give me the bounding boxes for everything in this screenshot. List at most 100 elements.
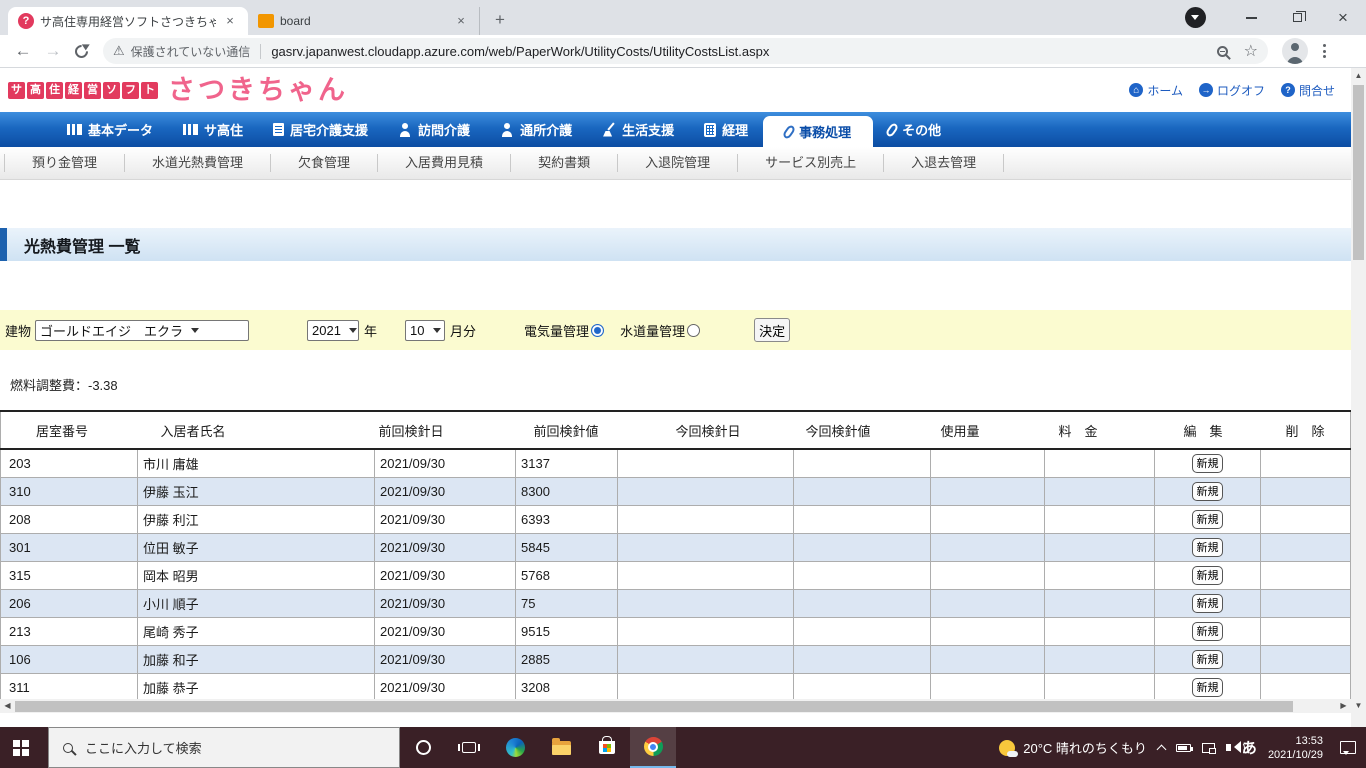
horizontal-scrollbar[interactable] [0,699,1351,713]
file-explorer-button[interactable] [538,727,584,768]
cell-room-number: 311 [0,673,138,702]
nav-item-label: 生活支援 [622,123,675,138]
nav-item[interactable]: その他 [873,112,956,147]
action-center-icon[interactable] [1340,741,1356,755]
window-close-button[interactable] [1320,0,1366,35]
nav-item[interactable]: 訪問介護 [383,112,485,147]
nav-item[interactable]: 事務処理 [763,116,874,147]
tab-close-icon[interactable] [453,13,469,29]
edit-new-button[interactable]: 新規 [1192,565,1223,585]
subnav-item[interactable]: 契約書類 [510,154,617,172]
scroll-right-arrow-icon[interactable] [1336,699,1351,713]
tray-overflow-chevron-icon[interactable] [1156,744,1167,754]
update-indicator-icon[interactable] [1185,7,1206,28]
table-row: 203 市川 庸雄 2021/09/30 3137 新規 [0,449,1351,478]
cell-current-reading-value [793,617,931,646]
filter-bar: 建物 ゴールドエイジ エクラ 2021 年 10 月分 電気量管理 水道量管理 … [0,310,1351,350]
logo-block: 営 [84,81,101,99]
cell-edit: 新規 [1154,449,1261,478]
edit-new-button[interactable]: 新規 [1192,593,1223,613]
subnav-item[interactable]: 入退院管理 [617,154,737,172]
subnav-item[interactable]: 入退去管理 [883,154,1005,172]
nav-item[interactable]: 居宅介護支援 [258,112,383,147]
home-link-label: ホーム [1147,83,1183,98]
taskbar-clock[interactable]: 13:53 2021/10/29 [1268,734,1323,762]
nav-item[interactable]: 経理 [689,112,763,147]
nav-item[interactable]: サ高住 [168,112,258,147]
vertical-scrollbar[interactable] [1351,68,1366,713]
inquiry-link[interactable]: 問合せ [1280,82,1335,99]
battery-icon[interactable] [1175,743,1193,752]
browser-tab-active[interactable]: サ高住専用経営ソフトさつきちゃん [8,7,248,35]
tab-close-icon[interactable] [222,13,238,29]
scroll-up-arrow-icon[interactable] [1351,68,1366,83]
edit-new-button[interactable]: 新規 [1192,537,1223,557]
address-bar[interactable]: 保護されていない通信 gasrv.japanwest.cloudapp.azur… [103,38,1268,64]
nav-item-icon [273,123,285,136]
not-secure-label[interactable]: 保護されていない通信 [131,43,251,60]
vertical-scroll-thumb[interactable] [1353,85,1364,260]
building-label: 建物 [5,323,32,339]
cell-usage [930,617,1045,646]
volume-icon[interactable] [1225,741,1245,755]
reload-button[interactable] [72,41,91,61]
nav-item-label: 通所介護 [520,123,573,138]
year-select[interactable]: 2021 [307,319,360,341]
nav-item[interactable]: 生活支援 [587,112,689,147]
new-tab-button[interactable] [486,7,514,35]
edit-new-button[interactable]: 新規 [1192,677,1223,697]
task-view-button[interactable] [446,727,492,768]
cell-current-reading-date [617,449,794,478]
table-row: 208 伊藤 利江 2021/09/30 6393 新規 [0,505,1351,534]
network-icon[interactable] [1201,742,1216,754]
horizontal-scroll-thumb[interactable] [15,700,1293,712]
cell-current-reading-date [617,533,794,562]
subnav-item[interactable]: 入居費用見積 [377,154,510,172]
nav-item[interactable]: 通所介護 [485,112,587,147]
water-radio[interactable] [687,323,701,337]
edit-new-button[interactable]: 新規 [1192,649,1223,669]
window-minimize-button[interactable] [1228,0,1274,35]
forward-button[interactable] [38,41,68,61]
edit-new-button[interactable]: 新規 [1192,509,1223,529]
profile-avatar[interactable] [1282,38,1308,64]
chrome-button-active[interactable] [630,727,676,768]
building-select[interactable]: ゴールドエイジ エクラ [35,319,250,341]
edge-button[interactable] [492,727,538,768]
not-secure-warning-icon[interactable] [113,43,125,59]
bookmark-star-icon[interactable] [1244,41,1258,61]
window-restore-button[interactable] [1274,0,1320,35]
cell-delete [1260,477,1351,506]
browser-menu-icon[interactable] [1323,44,1326,58]
subnav-item[interactable]: 欠食管理 [270,154,377,172]
column-header: 前回検針値 [515,410,618,450]
subnav-item[interactable]: 水道光熱費管理 [124,154,270,172]
subnav-item[interactable]: 預り金管理 [4,154,124,172]
nav-item-label: 居宅介護支援 [290,123,369,138]
header-links: ホーム ログオフ 問合せ [1129,82,1335,99]
back-button[interactable] [8,41,38,61]
edit-new-button[interactable]: 新規 [1192,621,1223,641]
weather-widget[interactable]: 20°C 晴れのちくもり [999,738,1147,757]
logoff-link[interactable]: ログオフ [1198,82,1265,99]
scroll-down-arrow-icon[interactable] [1351,698,1366,713]
url-text[interactable]: gasrv.japanwest.cloudapp.azure.com/web/P… [271,44,1216,59]
start-button[interactable] [0,727,48,768]
edit-new-button[interactable]: 新規 [1192,481,1223,501]
electric-radio-selected[interactable] [591,323,605,337]
scroll-left-arrow-icon[interactable] [0,699,15,713]
cell-prev-reading-value: 5845 [515,533,618,562]
zoom-indicator-icon[interactable] [1216,45,1228,57]
home-link[interactable]: ホーム [1129,82,1183,99]
taskbar-search-box[interactable]: ここに入力して検索 [48,727,400,768]
month-select[interactable]: 10 [405,319,446,341]
microsoft-store-button[interactable] [584,727,630,768]
edit-new-button[interactable]: 新規 [1192,453,1223,473]
cell-prev-reading-date: 2021/09/30 [374,477,516,506]
browser-tab-board[interactable]: board [248,7,480,35]
decide-button[interactable]: 決定 [754,318,791,342]
cortana-button[interactable] [400,727,446,768]
nav-item[interactable]: 基本データ [52,112,168,147]
subnav-item[interactable]: サービス別売上 [737,154,883,172]
cell-current-reading-date [617,505,794,534]
